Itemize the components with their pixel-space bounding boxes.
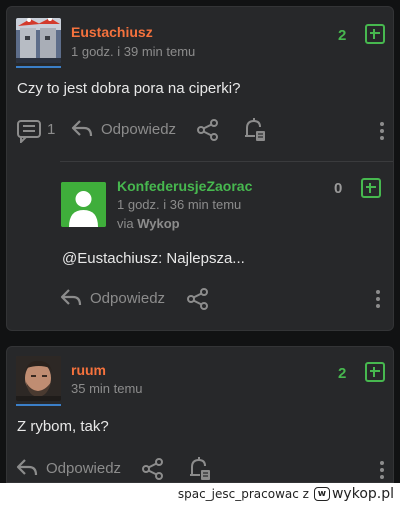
- more-vertical-icon[interactable]: [380, 461, 384, 482]
- reply-author[interactable]: KonfederusjeZaorac: [117, 178, 252, 194]
- wykop-logo-text: wykop.pl: [331, 486, 394, 502]
- share-icon[interactable]: [197, 119, 219, 141]
- footer-watermark: spac_jesc_pracowac z w wykop.pl: [0, 483, 400, 505]
- reply-text: @Eustachiusz: Najlepsza...: [62, 250, 245, 267]
- default-avatar-icon[interactable]: [61, 182, 106, 227]
- reply-label: Odpowiedz: [46, 459, 122, 477]
- comment-time[interactable]: 1 godz. i 39 min temu: [71, 44, 195, 59]
- more-vertical-icon[interactable]: [380, 122, 384, 143]
- avatar-eustachiusz[interactable]: [16, 18, 61, 63]
- plus-vote-icon[interactable]: [365, 24, 385, 44]
- via-prefix: via: [117, 216, 134, 231]
- comment-author[interactable]: Eustachiusz: [71, 24, 153, 40]
- comment-card: Eustachiusz 1 godz. i 39 min temu 2 Czy …: [6, 6, 394, 331]
- via-source[interactable]: Wykop: [137, 216, 179, 231]
- wykop-logo: w wykop.pl: [313, 486, 394, 502]
- footer-text: spac_jesc_pracowac z: [177, 487, 309, 501]
- wykop-logo-box: w: [313, 487, 330, 501]
- comment-text: Z rybom, tak?: [17, 418, 109, 435]
- notify-bell-icon[interactable]: [188, 456, 212, 482]
- reply-button[interactable]: Odpowiedz: [60, 288, 165, 308]
- reply-vote-count: 0: [334, 180, 343, 197]
- comment-card: ruum 35 min temu 2 Z rybom, tak? Odpowie…: [6, 346, 394, 483]
- more-vertical-icon[interactable]: [376, 290, 380, 311]
- vote-count: 2: [338, 365, 347, 382]
- share-icon[interactable]: [142, 458, 164, 480]
- comment-text: Czy to jest dobra pora na ciperki?: [17, 80, 241, 97]
- avatar-ruum[interactable]: [16, 356, 61, 401]
- reply-button[interactable]: Odpowiedz: [16, 458, 121, 478]
- avatar-underline: [16, 404, 61, 406]
- reply-arrow-icon: [16, 458, 38, 478]
- plus-vote-icon[interactable]: [361, 178, 381, 198]
- reply-time[interactable]: 1 godz. i 36 min temu: [117, 197, 241, 212]
- comments-icon[interactable]: [16, 119, 42, 143]
- comment-reply-count[interactable]: 1: [47, 121, 55, 138]
- reply-arrow-icon: [60, 288, 82, 308]
- reply-button[interactable]: Odpowiedz: [71, 119, 176, 139]
- reply-divider: [60, 161, 393, 162]
- reply-arrow-icon: [71, 119, 93, 139]
- reply-via: via Wykop: [117, 216, 180, 231]
- reply-label: Odpowiedz: [90, 289, 166, 307]
- vote-count: 2: [338, 27, 347, 44]
- comment-author[interactable]: ruum: [71, 362, 106, 378]
- notify-bell-icon[interactable]: [243, 117, 267, 143]
- comment-time[interactable]: 35 min temu: [71, 381, 143, 396]
- avatar-underline: [16, 66, 61, 68]
- reply-label: Odpowiedz: [101, 120, 177, 138]
- plus-vote-icon[interactable]: [365, 362, 385, 382]
- share-icon[interactable]: [187, 288, 209, 310]
